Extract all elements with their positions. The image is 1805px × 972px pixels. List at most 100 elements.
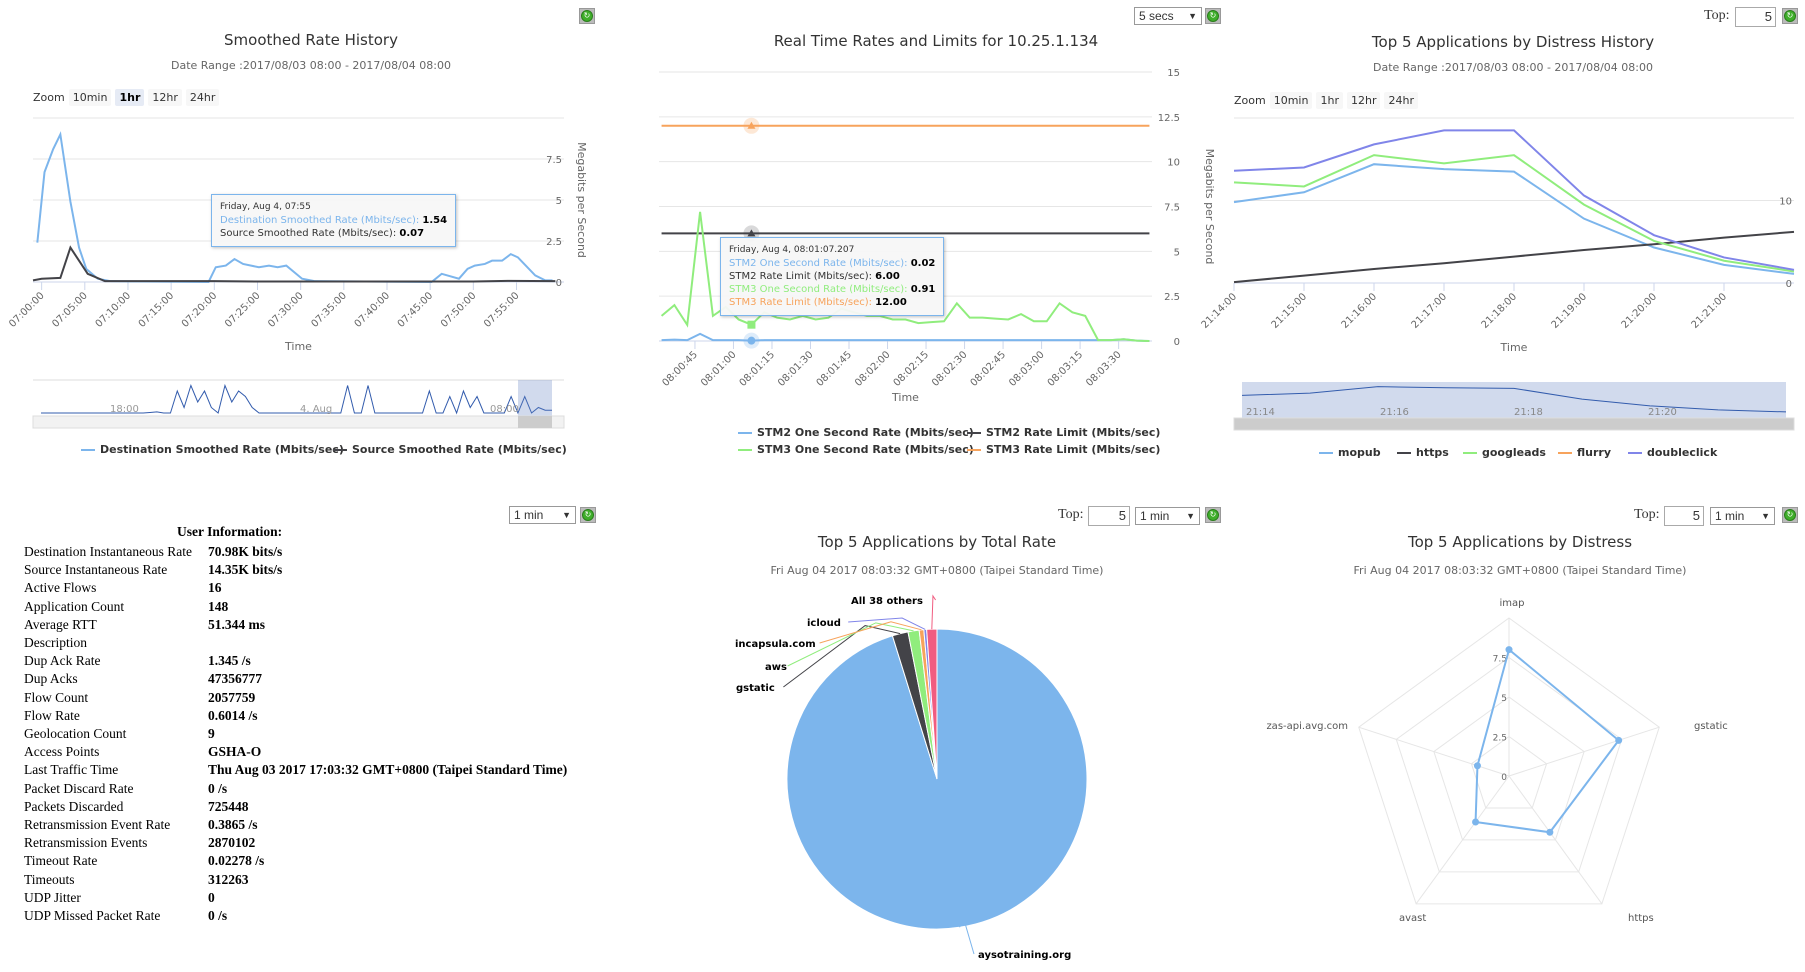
- legend-item-doubleclick[interactable]: doubleclick: [1628, 446, 1717, 459]
- legend-item-stm3-limit[interactable]: STM3 Rate Limit (Mbits/sec): [967, 443, 1160, 456]
- top-count-input[interactable]: 5: [1664, 506, 1704, 526]
- zoom-24hr-button[interactable]: 24hr: [185, 89, 220, 106]
- select-value: 1 min: [1140, 509, 1170, 523]
- zoom-10min-button[interactable]: 10min: [68, 89, 112, 106]
- x-tick-label: 07:05:00: [50, 290, 90, 330]
- user-info-row: Average RTT 51.344 ms: [24, 616, 265, 633]
- zoom-1hr-button[interactable]: 1hr: [1316, 92, 1343, 109]
- y-tick-label: 0: [1786, 279, 1792, 290]
- user-info-label: Access Points: [24, 744, 100, 760]
- x-tick-label: 21:16:00: [1340, 291, 1380, 331]
- series-line-stm2-one-second-rate-mbits-sec-: [661, 332, 1150, 342]
- zoom-24hr-button[interactable]: 24hr: [1384, 92, 1418, 109]
- legend-label: https: [1416, 446, 1449, 459]
- legend-item-flurry[interactable]: flurry: [1558, 446, 1611, 459]
- tooltip-label: STM2 One Second Rate (Mbits/sec):: [729, 258, 911, 269]
- user-info-row: UDP Jitter 0: [24, 889, 215, 906]
- user-info-label: Geolocation Count: [24, 726, 127, 741]
- legend-label: STM3 One Second Rate (Mbits/sec): [757, 443, 974, 456]
- x-tick-label: 08:01:30: [776, 349, 816, 389]
- refresh-icon: ↻: [1784, 10, 1796, 22]
- x-tick-label: 07:20:00: [180, 290, 220, 330]
- tooltip-label: STM3 One Second Rate (Mbits/sec):: [729, 284, 911, 295]
- legend-label: flurry: [1577, 446, 1612, 459]
- tooltip-label: Destination Smoothed Rate (Mbits/sec):: [220, 215, 423, 226]
- user-info-interval-select[interactable]: 1 min ▼: [509, 506, 576, 524]
- zoom-12hr-button[interactable]: 12hr: [148, 89, 182, 106]
- refresh-total-rate-button[interactable]: ↻: [1205, 507, 1221, 523]
- user-info-value: 2870102: [208, 835, 256, 851]
- tooltip-value: 0.91: [910, 284, 936, 295]
- user-info-row: Flow Count 2057759: [24, 690, 255, 706]
- navigator-label: 21:16: [1380, 407, 1409, 418]
- legend-item-mopub[interactable]: mopub: [1319, 446, 1381, 459]
- dropdown-arrow-icon: ▼: [1186, 511, 1195, 521]
- radar-spoke: [1508, 726, 1660, 777]
- user-info-value: 148: [208, 598, 229, 614]
- legend-item-googleads[interactable]: googleads: [1463, 446, 1546, 459]
- top-count-input[interactable]: 5: [1088, 506, 1130, 526]
- x-tick-label: 21:15:00: [1270, 291, 1310, 331]
- tooltip-value: 0.02: [910, 258, 936, 269]
- total-rate-interval-select[interactable]: 1 min ▼: [1135, 507, 1200, 525]
- user-info-label: Application Count: [24, 598, 125, 614]
- x-tick-label: 07:55:00: [482, 290, 522, 330]
- radar-point: [1473, 762, 1481, 770]
- distress-interval-select[interactable]: 1 min ▼: [1710, 507, 1775, 525]
- smoothed-title: Smoothed Rate History: [224, 31, 398, 49]
- x-tick-label: 08:02:00: [853, 349, 893, 389]
- legend-label: Destination Smoothed Rate (Mbits/sec): [100, 443, 344, 456]
- user-info-row: Description: [24, 635, 87, 651]
- x-tick-label: 21:17:00: [1410, 291, 1450, 331]
- zoom-12hr-button[interactable]: 12hr: [1346, 92, 1381, 109]
- user-info-row: UDP Missed Packet Rate 0 /s: [24, 908, 227, 924]
- y-tick-label: 5: [1174, 247, 1180, 258]
- legend-swatch: [1397, 451, 1411, 454]
- legend-swatch: [1558, 451, 1572, 454]
- legend-item-destination[interactable]: Destination Smoothed Rate (Mbits/sec): [81, 443, 344, 456]
- refresh-realtime-button[interactable]: ↻: [1205, 8, 1221, 24]
- refresh-icon: ↻: [581, 10, 593, 22]
- legend-item-source[interactable]: Source Smoothed Rate (Mbits/sec): [333, 443, 567, 456]
- legend-item-stm2-limit[interactable]: STM2 Rate Limit (Mbits/sec): [967, 426, 1160, 439]
- top-label: Top:: [1704, 8, 1730, 23]
- refresh-distress-button[interactable]: ↻: [1782, 507, 1798, 523]
- refresh-smoothed-button[interactable]: ↻: [579, 8, 595, 24]
- user-info-label: UDP Jitter: [24, 889, 81, 905]
- user-info-value: 0 /s: [208, 908, 228, 923]
- pie-label: icloud: [807, 618, 841, 629]
- y-tick-label: 15: [1167, 68, 1180, 79]
- dropdown-arrow-icon: ▼: [1761, 511, 1770, 521]
- legend-item-stm3-rate[interactable]: STM3 One Second Rate (Mbits/sec): [738, 443, 974, 456]
- realtime-tooltip: Friday, Aug 4, 08:01:07.207 STM2 One Sec…: [720, 237, 945, 316]
- realtime-interval-select[interactable]: 5 secs ▼: [1134, 7, 1202, 25]
- navigator-scrollbar-thumb: [518, 416, 552, 428]
- radar-point: [1546, 828, 1554, 836]
- charts-canvas: 0 2.5 5 7.5 07:00:00 07:05:00 07:10:00 07:15:00…: [7, 68, 1795, 961]
- x-tick-label: 07:50:00: [439, 290, 479, 330]
- legend-swatch: [967, 431, 981, 434]
- user-info-value: 70.98K bits/s: [208, 544, 283, 559]
- refresh-user-info-button[interactable]: ↻: [580, 507, 596, 523]
- radar-tick-label: 2.5: [1493, 734, 1507, 744]
- realtime-title: Real Time Rates and Limits for 10.25.1.1…: [773, 32, 1099, 50]
- radar-tick-label: 5: [1501, 694, 1507, 704]
- zoom-1hr-button[interactable]: 1hr: [115, 89, 145, 106]
- y-tick-label: 7.5: [1164, 203, 1180, 214]
- refresh-distress-history-button[interactable]: ↻: [1782, 8, 1798, 24]
- x-tick-label: 21:18:00: [1480, 291, 1520, 331]
- legend-item-https[interactable]: https: [1397, 446, 1449, 459]
- top-label: Top:: [1058, 507, 1084, 522]
- user-info-value: 0.02278 /s: [208, 853, 265, 869]
- user-info-value: 0 /s: [208, 780, 228, 796]
- top-count-input[interactable]: 5: [1735, 7, 1776, 27]
- x-tick-label: 08:03:15: [1046, 349, 1086, 389]
- zoom-10min-button[interactable]: 10min: [1269, 92, 1313, 109]
- x-tick-label: 07:30:00: [266, 290, 306, 330]
- distress-subtitle: Fri Aug 04 2017 08:03:32 GMT+0800 (Taipe…: [1353, 564, 1687, 577]
- refresh-icon: ↻: [1784, 509, 1796, 521]
- user-info-label: Average RTT: [24, 616, 97, 632]
- legend-item-stm2-rate[interactable]: STM2 One Second Rate (Mbits/sec): [738, 426, 974, 439]
- pie-label: gstatic: [736, 683, 775, 694]
- x-tick-label: 21:14:00: [1200, 291, 1240, 331]
